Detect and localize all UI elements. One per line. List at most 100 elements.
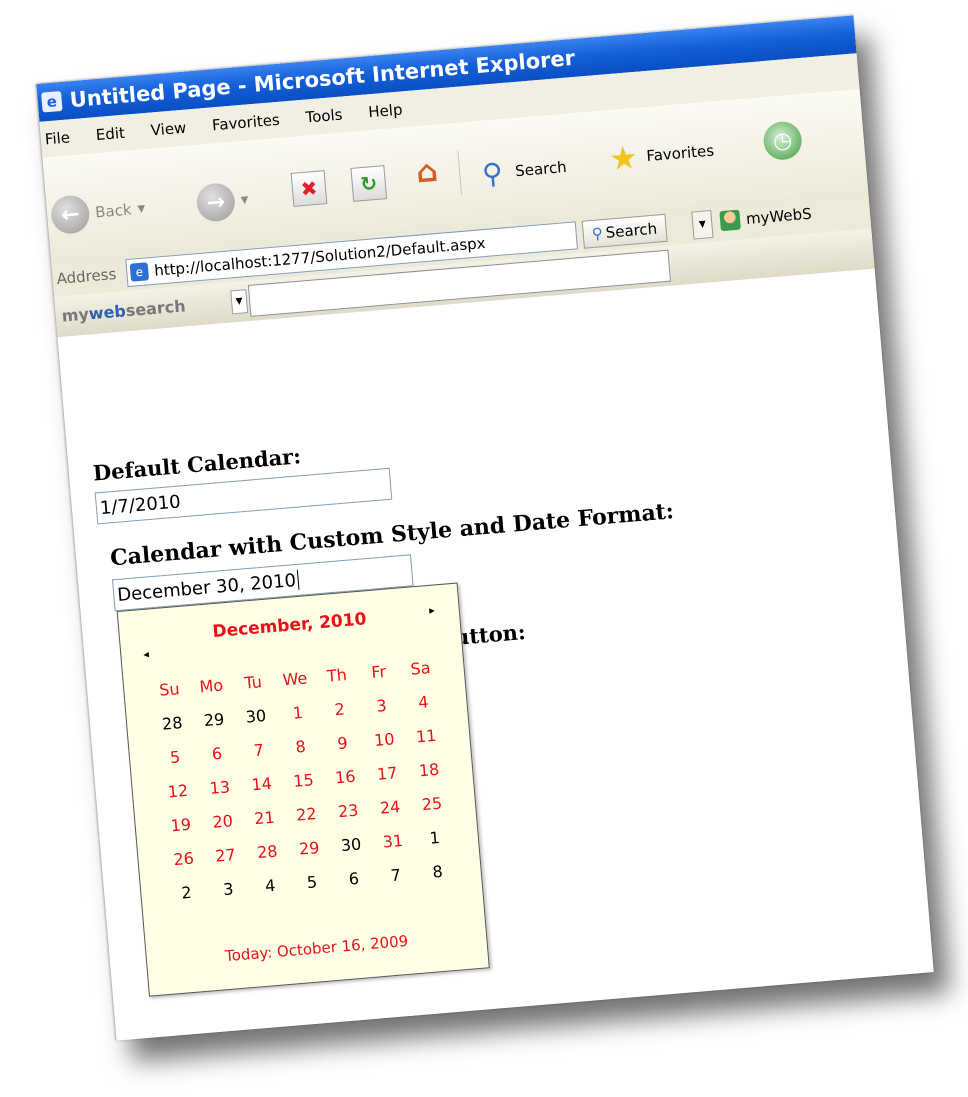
- calendar-day[interactable]: 15: [281, 761, 326, 798]
- calendar-button-label-partial: utton:: [453, 619, 527, 650]
- calendar-day[interactable]: 29: [192, 701, 237, 738]
- history-button[interactable]: ◷: [762, 120, 804, 162]
- calendar-day[interactable]: 29: [287, 829, 332, 866]
- calendar-day[interactable]: 1: [275, 694, 320, 731]
- calendar-day[interactable]: 6: [331, 860, 376, 897]
- stop-icon: ✖: [290, 170, 328, 207]
- address-search-button[interactable]: ⚲ Search: [581, 213, 668, 249]
- calendar-day-selected[interactable]: 30: [329, 826, 374, 863]
- menu-tools[interactable]: Tools: [305, 106, 343, 127]
- calendar-day[interactable]: 8: [278, 727, 323, 764]
- myweb-button[interactable]: myWebS: [719, 204, 812, 232]
- weekday-header: Th: [326, 664, 348, 686]
- menu-file[interactable]: File: [44, 128, 71, 148]
- address-label: Address: [55, 265, 117, 288]
- next-month-icon[interactable]: ▸: [429, 604, 436, 617]
- weekday-header: Su: [158, 678, 181, 700]
- calendar-day[interactable]: 6: [195, 735, 240, 772]
- back-dropdown-icon[interactable]: ▼: [137, 203, 146, 215]
- forward-arrow-icon: →: [195, 181, 237, 223]
- stop-button[interactable]: ✖: [290, 170, 328, 207]
- myweb-avatar-icon: [719, 209, 741, 232]
- search-label: Search: [514, 157, 568, 181]
- default-calendar-value: 1/7/2010: [99, 490, 182, 519]
- weekday-header: Sa: [409, 657, 432, 679]
- calendar-day[interactable]: 2: [317, 690, 362, 727]
- favorites-label: Favorites: [645, 141, 715, 166]
- menu-view[interactable]: View: [150, 119, 187, 140]
- calendar-day[interactable]: 7: [236, 731, 281, 768]
- menu-help[interactable]: Help: [368, 100, 404, 121]
- calendar-day[interactable]: 17: [365, 754, 410, 791]
- calendar-day[interactable]: 19: [158, 806, 203, 843]
- forward-button[interactable]: → ▼: [195, 181, 250, 223]
- calendar-day[interactable]: 26: [161, 840, 206, 877]
- calendar-day[interactable]: 23: [326, 792, 371, 829]
- calendar-day[interactable]: 24: [368, 788, 413, 825]
- page-icon: e: [129, 262, 150, 282]
- calendar-today-link[interactable]: Today: October 16, 2009: [146, 925, 486, 971]
- magnifier-icon: ⚲: [480, 155, 504, 191]
- calendar-day[interactable]: 31: [371, 822, 416, 859]
- calendar-day[interactable]: 27: [203, 836, 248, 873]
- ie-logo-icon: e: [41, 90, 63, 113]
- browser-window: e Untitled Page - Microsoft Internet Exp…: [36, 15, 934, 1041]
- calendar-day[interactable]: 7: [373, 856, 418, 893]
- calendar-day[interactable]: 16: [323, 758, 368, 795]
- search-small-icon: ⚲: [591, 224, 604, 244]
- calendar-day[interactable]: 8: [415, 852, 460, 889]
- calendar-day[interactable]: 13: [197, 768, 242, 805]
- menu-edit[interactable]: Edit: [95, 124, 125, 144]
- menu-favorites[interactable]: Favorites: [211, 111, 280, 135]
- calendar-day[interactable]: 5: [290, 863, 335, 900]
- calendar-grid: Su Mo Tu We Th Fr Sa 28 29 30 1 2 3 4 5 6 7 8 9 10 11 12 13 14…: [147, 649, 460, 911]
- calendar-month-title: December, 2010: [211, 609, 368, 643]
- calendar-header: ◂ December, 2010 ▸: [119, 602, 460, 661]
- address-search-dropdown[interactable]: ▼: [691, 209, 714, 240]
- back-label: Back: [94, 200, 133, 222]
- calendar-day[interactable]: 12: [156, 772, 201, 809]
- screenshot-stage: e Untitled Page - Microsoft Internet Exp…: [0, 0, 968, 1097]
- toolbar-separator: [457, 150, 463, 195]
- calendar-day[interactable]: 2: [164, 874, 209, 911]
- forward-dropdown-icon[interactable]: ▼: [240, 194, 249, 206]
- search-button[interactable]: ⚲ Search: [472, 148, 568, 194]
- calendar-day[interactable]: 20: [200, 802, 245, 839]
- history-clock-icon: ◷: [762, 120, 804, 162]
- calendar-day[interactable]: 9: [320, 724, 365, 761]
- mywebsearch-dropdown[interactable]: ▼: [230, 289, 249, 315]
- refresh-icon: ↻: [350, 165, 388, 202]
- back-button[interactable]: ← Back ▼: [49, 189, 147, 236]
- calendar-day[interactable]: 14: [239, 765, 284, 802]
- weekday-header: We: [281, 667, 309, 689]
- prev-month-icon[interactable]: ◂: [143, 648, 150, 661]
- calendar-day[interactable]: 22: [284, 795, 329, 832]
- calendar-day[interactable]: 21: [242, 799, 287, 836]
- calendar-day[interactable]: 5: [153, 738, 198, 775]
- calendar-popup: ◂ December, 2010 ▸ Su Mo Tu We Th Fr Sa 28 29 30…: [116, 582, 490, 997]
- calendar-day[interactable]: 3: [206, 870, 251, 907]
- home-button[interactable]: ⌂: [410, 153, 445, 190]
- weekday-header: Mo: [198, 675, 224, 696]
- calendar-day[interactable]: 28: [150, 704, 195, 741]
- calendar-day[interactable]: 11: [404, 717, 449, 754]
- star-icon: ★: [607, 137, 640, 179]
- calendar-day[interactable]: 18: [407, 751, 452, 788]
- favorites-button[interactable]: ★ Favorites: [603, 132, 716, 179]
- mywebsearch-logo[interactable]: mywebsearch: [61, 296, 186, 325]
- page-content: Default Calendar: 1/7/2010 Calendar with…: [57, 268, 934, 1041]
- refresh-button[interactable]: ↻: [350, 165, 388, 202]
- calendar-day[interactable]: 10: [362, 720, 407, 757]
- weekday-header: Fr: [370, 661, 387, 682]
- myweb-label: myWebS: [745, 204, 813, 229]
- calendar-day[interactable]: 4: [248, 867, 293, 904]
- calendar-day[interactable]: 3: [359, 687, 404, 724]
- weekday-header: Tu: [243, 671, 263, 693]
- address-search-label: Search: [604, 219, 658, 242]
- calendar-day[interactable]: 30: [234, 697, 279, 734]
- back-arrow-icon: ←: [49, 194, 91, 236]
- calendar-day[interactable]: 1: [412, 819, 457, 856]
- calendar-day[interactable]: 4: [401, 683, 446, 720]
- calendar-day[interactable]: 25: [410, 785, 455, 822]
- calendar-day[interactable]: 28: [245, 833, 290, 870]
